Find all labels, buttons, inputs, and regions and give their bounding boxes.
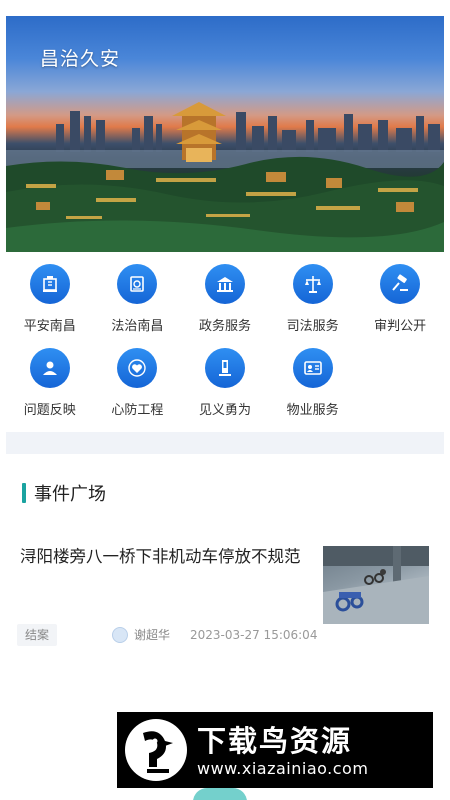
service-item-shen-pan[interactable]: 审判公开 (356, 264, 444, 348)
service-item-ping-an[interactable]: 平安南昌 (6, 264, 94, 348)
scales-icon (292, 264, 333, 304)
event-photo (323, 546, 429, 624)
service-item-label: 心防工程 (111, 403, 164, 418)
section-divider (6, 432, 444, 454)
user-report-icon (29, 348, 70, 388)
watermark-banner: 下载鸟资源 www.xiazainiao.com (117, 712, 433, 788)
author-name: 谢超华 (134, 628, 171, 642)
watermark-url: www.xiazainiao.com (197, 758, 369, 778)
law-book-icon (117, 264, 158, 304)
service-item-zheng-wu[interactable]: 政务服务 (181, 264, 269, 348)
floating-action-tab[interactable] (193, 788, 247, 800)
service-item-wu-ye[interactable]: 物业服务 (269, 348, 357, 432)
event-timestamp: 2023-03-27 15:06:04 (190, 628, 318, 642)
service-item-xin-fang[interactable]: 心防工程 (94, 348, 182, 432)
service-item-label: 司法服务 (286, 319, 339, 334)
service-grid: 平安南昌 法治南昌 政务服务 司法服务 审判公开 问题反映 心防工程 见义勇为 … (6, 264, 444, 432)
service-item-label: 问题反映 (23, 403, 76, 418)
service-item-jian-yi[interactable]: 见义勇为 (181, 348, 269, 432)
bird-logo-icon (125, 719, 187, 781)
watermark-name: 下载鸟资源 (197, 723, 353, 758)
service-item-label: 审判公开 (374, 319, 427, 334)
service-item-si-fa[interactable]: 司法服务 (269, 264, 357, 348)
government-hall-icon (204, 264, 245, 304)
service-item-label: 平安南昌 (23, 319, 76, 334)
service-item-label: 见义勇为 (198, 403, 251, 418)
avatar (112, 626, 128, 643)
service-item-label: 法治南昌 (111, 319, 164, 334)
service-item-fa-zhi[interactable]: 法治南昌 (94, 264, 182, 348)
hero-banner[interactable]: 昌治久安 (6, 16, 444, 252)
id-card-icon (292, 348, 333, 388)
event-thumbnail[interactable] (323, 546, 429, 624)
service-item-label: 物业服务 (286, 403, 339, 418)
section-header: 事件广场 (22, 480, 106, 506)
status-badge: 结案 (17, 624, 57, 646)
event-title[interactable]: 浔阳楼旁八一桥下非机动车停放不规范 (20, 540, 310, 573)
service-item-wen-ti[interactable]: 问题反映 (6, 348, 94, 432)
building-icon (29, 264, 70, 304)
event-author: 谢超华 (112, 626, 170, 643)
gavel-icon (380, 264, 421, 304)
service-grid-row: 问题反映 心防工程 见义勇为 物业服务 (6, 348, 444, 432)
heart-icon (117, 348, 158, 388)
hero-title: 昌治久安 (40, 48, 121, 70)
hero-figure-icon (204, 348, 245, 388)
section-accent-bar (22, 483, 26, 503)
section-title: 事件广场 (34, 484, 106, 505)
service-item-label: 政务服务 (198, 319, 251, 334)
service-grid-row: 平安南昌 法治南昌 政务服务 司法服务 审判公开 (6, 264, 444, 348)
